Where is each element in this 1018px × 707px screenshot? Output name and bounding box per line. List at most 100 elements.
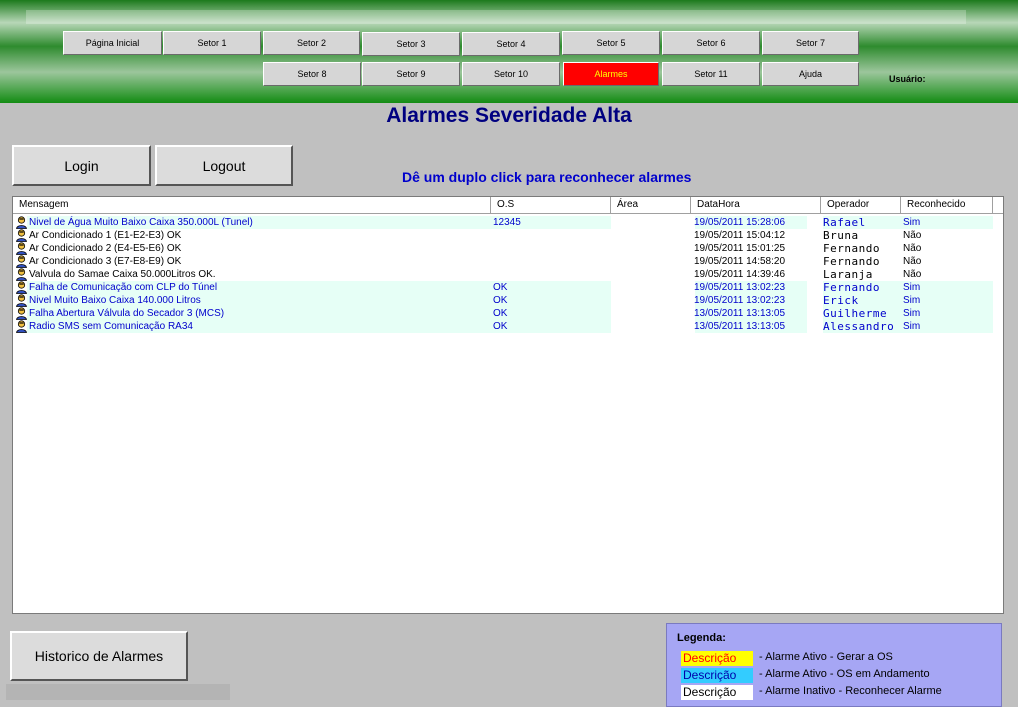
nav-button-setor-8[interactable]: Setor 8 xyxy=(263,62,361,86)
column-header-reconhecido[interactable]: Reconhecido xyxy=(901,197,993,213)
alarm-area xyxy=(613,242,691,255)
user-alarm-icon xyxy=(15,229,28,242)
login-button[interactable]: Login xyxy=(12,145,151,186)
user-alarm-icon xyxy=(15,255,28,268)
alarm-os xyxy=(493,229,603,242)
column-header-datahora[interactable]: DataHora xyxy=(691,197,821,213)
alarm-area xyxy=(613,216,691,229)
alarm-os: OK xyxy=(493,295,508,306)
alarm-datetime: 19/05/2011 15:04:12 xyxy=(694,230,786,241)
nav-button-setor-6[interactable]: Setor 6 xyxy=(662,31,760,55)
alarm-area xyxy=(613,229,691,242)
alarm-operator: Rafael xyxy=(823,216,866,229)
nav-button-pagina-inicial[interactable]: Página Inicial xyxy=(63,31,162,55)
user-alarm-icon xyxy=(15,216,28,229)
legend-panel: Legenda: Descrição - Alarme Ativo - Gerar… xyxy=(666,623,1002,707)
table-row[interactable]: Ar Condicionado 1 (E1-E2-E3) OK 19/05/201… xyxy=(13,229,1003,242)
table-row[interactable]: Ar Condicionado 2 (E4-E5-E6) OK 19/05/201… xyxy=(13,242,1003,255)
user-alarm-icon xyxy=(15,242,28,255)
legend-description: - Alarme Ativo - OS em Andamento xyxy=(759,668,930,680)
user-alarm-icon xyxy=(15,268,28,281)
alarm-datetime: 19/05/2011 13:02:23 xyxy=(694,282,786,293)
alarm-acknowledged: Sim xyxy=(903,308,921,319)
legend-description: - Alarme Ativo - Gerar a OS xyxy=(759,651,893,663)
alarm-datetime: 19/05/2011 15:28:06 xyxy=(694,217,786,228)
nav-button-setor-11[interactable]: Setor 11 xyxy=(662,62,760,86)
column-header-mensagem[interactable]: Mensagem xyxy=(13,197,491,213)
alarm-operator: Fernando xyxy=(823,255,880,268)
alarm-area xyxy=(613,281,691,294)
table-row[interactable]: Nivel Muito Baixo Caixa 140.000 Litros OK… xyxy=(13,294,1003,307)
alarm-datetime: 19/05/2011 15:01:25 xyxy=(694,243,786,254)
alarm-message: Radio SMS sem Comunicação RA34 xyxy=(29,321,193,332)
nav-button-setor-7[interactable]: Setor 7 xyxy=(762,31,859,55)
table-row[interactable]: Falha de Comunicação com CLP do Túnel OK 1… xyxy=(13,281,1003,294)
legend-swatch: Descrição xyxy=(681,685,753,700)
table-row[interactable]: Ar Condicionado 3 (E7-E8-E9) OK 19/05/201… xyxy=(13,255,1003,268)
alarm-operator: Fernando xyxy=(823,281,880,294)
alarm-message: Nivel de Água Muito Baixo Caixa 350.000L… xyxy=(29,217,253,228)
alarm-operator: Alessandro xyxy=(823,320,895,333)
user-alarm-icon xyxy=(15,307,28,320)
alarm-area xyxy=(613,255,691,268)
nav-button-setor-10[interactable]: Setor 10 xyxy=(462,62,560,86)
alarm-message: Ar Condicionado 1 (E1-E2-E3) OK xyxy=(29,230,182,241)
alarm-acknowledged: Sim xyxy=(903,217,921,228)
alarm-acknowledged: Não xyxy=(903,269,922,280)
page-title: Alarmes Severidade Alta xyxy=(386,104,632,127)
table-row[interactable]: Nivel de Água Muito Baixo Caixa 350.000L… xyxy=(13,216,1003,229)
column-header-operador[interactable]: Operador xyxy=(821,197,901,213)
alarm-area xyxy=(613,320,691,333)
alarm-operator: Erick xyxy=(823,294,859,307)
column-header-area[interactable]: Área xyxy=(611,197,691,213)
alarm-os xyxy=(493,255,603,268)
nav-button-alarmes[interactable]: Alarmes xyxy=(563,62,659,86)
status-strip xyxy=(6,684,230,700)
alarm-datetime: 19/05/2011 14:58:20 xyxy=(694,256,786,267)
alarm-os: OK xyxy=(493,282,508,293)
user-alarm-icon xyxy=(15,281,28,294)
alarm-area xyxy=(613,268,691,281)
alarm-datetime: 13/05/2011 13:13:05 xyxy=(694,321,786,332)
legend-swatch: Descrição xyxy=(681,651,753,666)
alarm-datetime: 19/05/2011 13:02:23 xyxy=(694,295,786,306)
table-row[interactable]: Valvula do Samae Caixa 50.000Litros OK. 1… xyxy=(13,268,1003,281)
alarm-table[interactable]: Mensagem O.S Área DataHora Operador Reconheci… xyxy=(12,196,1004,614)
alarm-history-button[interactable]: Historico de Alarmes xyxy=(10,631,188,681)
alarm-message: Falha Abertura Válvula do Secador 3 (MCS… xyxy=(29,308,225,319)
nav-button-setor-4[interactable]: Setor 4 xyxy=(462,32,560,56)
alarm-acknowledged: Não xyxy=(903,256,922,267)
alarm-acknowledged: Sim xyxy=(903,295,921,306)
logout-button[interactable]: Logout xyxy=(155,145,293,186)
nav-button-setor-5[interactable]: Setor 5 xyxy=(562,31,660,55)
nav-button-setor-2[interactable]: Setor 2 xyxy=(263,31,360,55)
table-row[interactable]: Falha Abertura Válvula do Secador 3 (MCS… xyxy=(13,307,1003,320)
alarm-acknowledged: Sim xyxy=(903,321,921,332)
nav-button-setor-3[interactable]: Setor 3 xyxy=(362,32,460,56)
table-header: Mensagem O.S Área DataHora Operador Reconheci… xyxy=(13,197,1003,214)
user-label: Usuário: xyxy=(889,74,926,84)
alarm-os: 12345 xyxy=(493,217,521,228)
alarm-area xyxy=(613,307,691,320)
alarm-acknowledged: Não xyxy=(903,230,922,241)
user-alarm-icon xyxy=(15,320,28,333)
alarm-message: Ar Condicionado 2 (E4-E5-E6) OK xyxy=(29,243,182,254)
alarm-operator: Guilherme xyxy=(823,307,888,320)
column-header-o-s[interactable]: O.S xyxy=(491,197,611,213)
user-alarm-icon xyxy=(15,294,28,307)
alarm-os: OK xyxy=(493,308,508,319)
alarm-acknowledged: Não xyxy=(903,243,922,254)
alarm-operator: Bruna xyxy=(823,229,859,242)
nav-button-setor-1[interactable]: Setor 1 xyxy=(163,31,261,55)
alarm-os: OK xyxy=(493,321,508,332)
alarm-operator: Laranja xyxy=(823,268,873,281)
legend-swatch: Descrição xyxy=(681,668,753,683)
alarm-datetime: 19/05/2011 14:39:46 xyxy=(694,269,786,280)
acknowledge-hint: Dê um duplo click para reconhecer alarme… xyxy=(402,169,692,185)
alarm-datetime: 13/05/2011 13:13:05 xyxy=(694,308,786,319)
nav-button-setor-9[interactable]: Setor 9 xyxy=(362,62,460,86)
table-row[interactable]: Radio SMS sem Comunicação RA34 OK 13/05/20… xyxy=(13,320,1003,333)
alarm-area xyxy=(613,294,691,307)
nav-button-ajuda[interactable]: Ajuda xyxy=(762,62,859,86)
alarm-message: Valvula do Samae Caixa 50.000Litros OK. xyxy=(29,269,216,280)
